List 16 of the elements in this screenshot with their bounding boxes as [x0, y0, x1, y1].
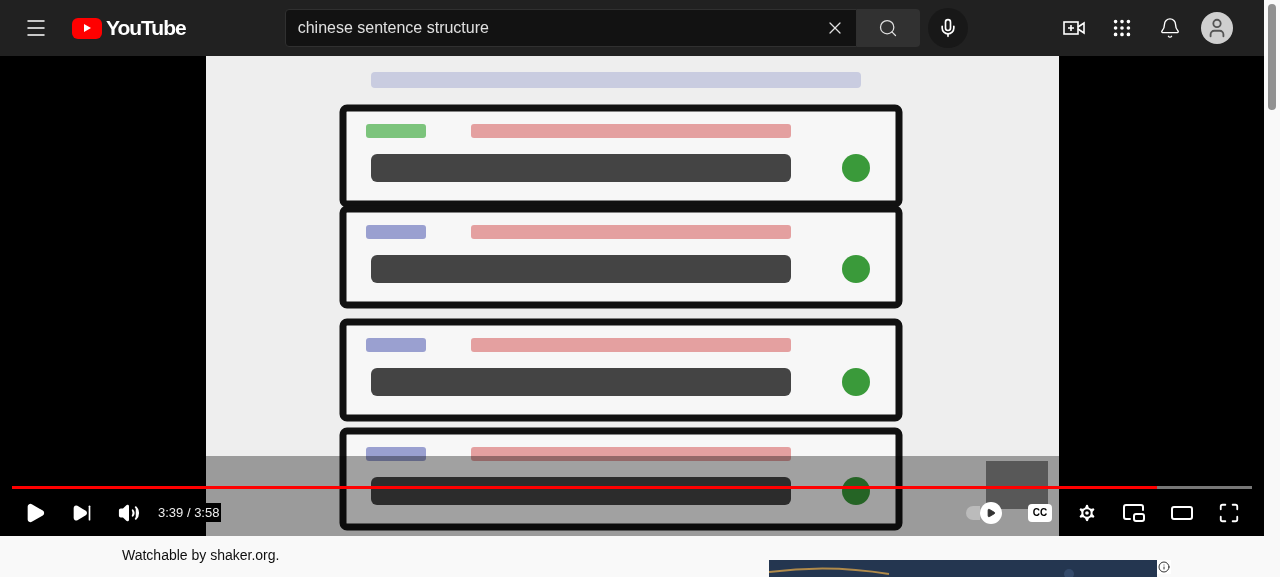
play-logo-icon: [72, 17, 102, 39]
info-icon[interactable]: [1157, 560, 1172, 574]
autoplay-toggle[interactable]: [966, 501, 1002, 524]
license-text: Watchable by shaker.org.: [122, 546, 280, 565]
time-display: 3:39 / 3:58: [156, 502, 222, 523]
bell-icon[interactable]: [1158, 17, 1181, 39]
fullscreen-icon[interactable]: [1218, 501, 1240, 524]
scrollbar-thumb[interactable]: [1268, 4, 1276, 110]
microphone-button[interactable]: [927, 8, 968, 48]
avatar[interactable]: [1200, 12, 1233, 44]
create-video-icon[interactable]: [1062, 19, 1085, 37]
youtube-logo[interactable]: YouTube: [72, 12, 186, 44]
search-field[interactable]: chinese sentence structure: [284, 9, 857, 47]
settings-icon[interactable]: [1076, 501, 1098, 524]
search-icon: [878, 18, 899, 38]
search-button[interactable]: [856, 9, 920, 47]
